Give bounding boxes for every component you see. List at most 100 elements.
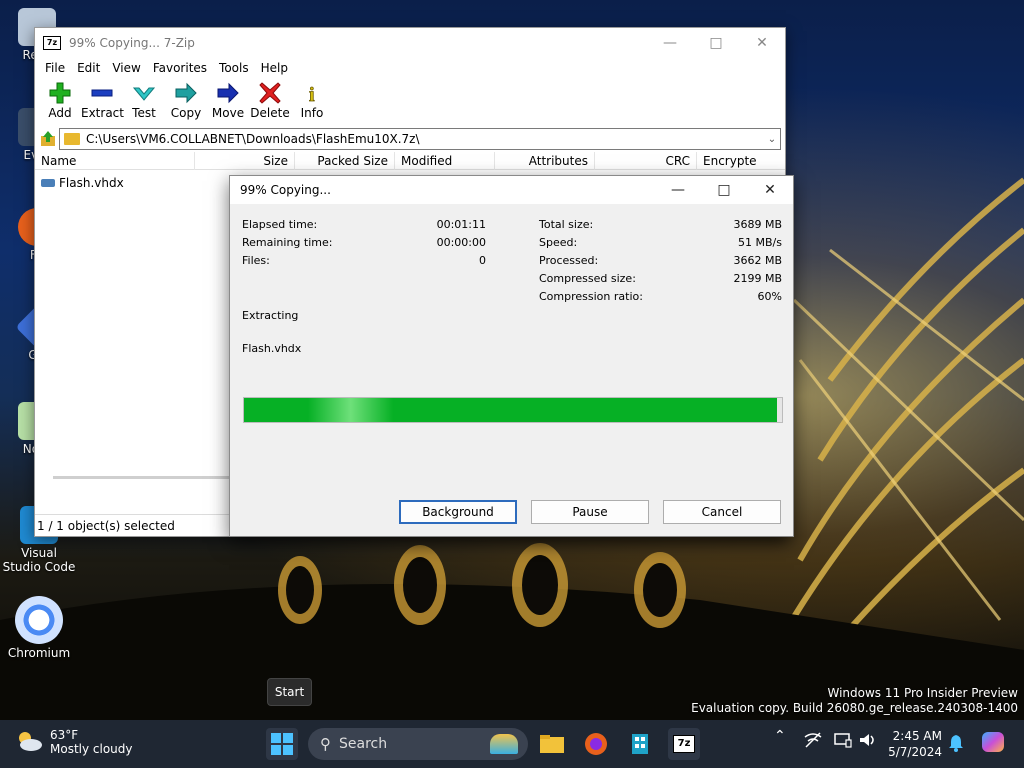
volume-icon[interactable] bbox=[858, 732, 876, 751]
chromium-icon bbox=[15, 596, 63, 644]
operation-text: Extracting bbox=[242, 309, 299, 322]
remaining-time-label: Remaining time: bbox=[242, 236, 333, 249]
tool-label: Copy bbox=[170, 106, 202, 120]
up-arrow-icon bbox=[41, 131, 55, 146]
total-size-label: Total size: bbox=[539, 218, 594, 231]
folder-icon bbox=[64, 133, 80, 145]
address-path: C:\Users\VM6.COLLABNET\Downloads\FlashEm… bbox=[86, 132, 420, 146]
current-file-text: Flash.vhdx bbox=[242, 342, 302, 355]
info-button[interactable]: i Info bbox=[291, 78, 333, 120]
dialog-maximize-button[interactable]: □ bbox=[701, 175, 747, 205]
plus-icon bbox=[49, 82, 71, 104]
weather-condition: Mostly cloudy bbox=[50, 742, 133, 756]
taskbar: 63°F Mostly cloudy ⚲ Search 7z ⌃ 2:45 AM… bbox=[0, 720, 1024, 768]
up-folder-button[interactable] bbox=[37, 128, 59, 150]
address-input[interactable]: C:\Users\VM6.COLLABNET\Downloads\FlashEm… bbox=[59, 128, 781, 150]
weather-temp: 63°F bbox=[50, 728, 79, 742]
background-button[interactable]: Background bbox=[399, 500, 517, 524]
os-watermark: Windows 11 Pro Insider Preview Evaluatio… bbox=[691, 686, 1018, 716]
column-attributes[interactable]: Attributes bbox=[495, 151, 595, 170]
menu-favorites[interactable]: Favorites bbox=[147, 61, 213, 75]
sevenzip-icon: 7z bbox=[673, 735, 695, 753]
menu-edit[interactable]: Edit bbox=[71, 61, 106, 75]
menu-tools[interactable]: Tools bbox=[213, 61, 255, 75]
maximize-button[interactable]: □ bbox=[693, 28, 739, 58]
delete-x-icon bbox=[259, 82, 281, 104]
progress-fill bbox=[244, 398, 777, 422]
file-explorer-button[interactable] bbox=[536, 728, 568, 760]
display-icon[interactable] bbox=[834, 732, 852, 751]
chevron-down-icon[interactable]: ⌄ bbox=[764, 134, 780, 145]
notification-bell-icon[interactable] bbox=[948, 734, 964, 755]
tool-label: Info bbox=[300, 106, 324, 120]
speed-value: 51 MB/s bbox=[738, 236, 782, 249]
desktop-icon-chromium[interactable]: Chromium bbox=[2, 596, 76, 660]
app-taskbar-button[interactable] bbox=[624, 728, 656, 760]
move-button[interactable]: Move bbox=[207, 78, 249, 120]
beach-umbrella-icon bbox=[490, 734, 518, 754]
folder-icon bbox=[540, 735, 564, 753]
tool-label: Test bbox=[132, 106, 156, 120]
dialog-body: Elapsed time: 00:01:11 Remaining time: 0… bbox=[230, 204, 793, 537]
menu-view[interactable]: View bbox=[106, 61, 146, 75]
copy-progress-dialog: 99% Copying... — □ ✕ Elapsed time: 00:01… bbox=[229, 175, 794, 537]
speed-label: Speed: bbox=[539, 236, 578, 249]
building-app-icon bbox=[632, 734, 648, 754]
show-hidden-icons-button[interactable]: ⌃ bbox=[774, 728, 786, 744]
column-name[interactable]: Name bbox=[35, 151, 195, 170]
compressed-size-value: 2199 MB bbox=[733, 272, 782, 285]
column-encrypted[interactable]: Encrypte bbox=[697, 152, 785, 170]
copilot-icon[interactable] bbox=[980, 730, 1006, 757]
remaining-time-value: 00:00:00 bbox=[436, 236, 486, 249]
menubar: File Edit View Favorites Tools Help bbox=[35, 58, 785, 78]
clock-date: 5/7/2024 bbox=[888, 745, 942, 759]
file-list-header: Name Size Packed Size Modified Attribute… bbox=[35, 151, 785, 170]
cloud-sun-icon bbox=[19, 732, 42, 751]
start-button[interactable] bbox=[266, 728, 298, 760]
dialog-minimize-button[interactable]: — bbox=[655, 175, 701, 205]
pause-button[interactable]: Pause bbox=[531, 500, 649, 524]
window-title: 99% Copying... 7-Zip bbox=[69, 36, 195, 50]
extract-button[interactable]: Extract bbox=[81, 78, 124, 120]
taskbar-search[interactable]: ⚲ Search bbox=[308, 728, 528, 760]
tool-label: Move bbox=[211, 106, 245, 120]
minimize-button[interactable]: — bbox=[647, 28, 693, 58]
column-modified[interactable]: Modified bbox=[395, 151, 495, 170]
windows-logo-icon bbox=[271, 733, 293, 755]
network-off-icon[interactable] bbox=[804, 732, 822, 751]
files-label: Files: bbox=[242, 254, 270, 267]
firefox-taskbar-button[interactable] bbox=[580, 728, 612, 760]
info-icon: i bbox=[309, 84, 316, 104]
watermark-line: Evaluation copy. Build 26080.ge_release.… bbox=[691, 701, 1018, 715]
close-button[interactable]: ✕ bbox=[739, 28, 785, 58]
main-titlebar[interactable]: 7z 99% Copying... 7-Zip — □ ✕ bbox=[35, 28, 785, 58]
watermark-line: Windows 11 Pro Insider Preview bbox=[827, 686, 1018, 700]
copy-arrow-icon bbox=[175, 82, 197, 104]
weather-widget[interactable]: 63°F Mostly cloudy bbox=[14, 728, 133, 756]
cancel-button[interactable]: Cancel bbox=[663, 500, 781, 524]
menu-help[interactable]: Help bbox=[255, 61, 294, 75]
file-name: Flash.vhdx bbox=[59, 176, 124, 190]
clock-time: 2:45 AM bbox=[892, 729, 942, 743]
search-icon: ⚲ bbox=[320, 735, 331, 753]
dialog-titlebar[interactable]: 99% Copying... — □ ✕ bbox=[230, 176, 793, 204]
menu-file[interactable]: File bbox=[39, 61, 71, 75]
svg-text:i: i bbox=[309, 84, 315, 104]
sevenzip-taskbar-button[interactable]: 7z bbox=[668, 728, 700, 760]
disk-file-icon bbox=[41, 179, 55, 187]
checkmark-icon bbox=[133, 87, 155, 101]
column-packed-size[interactable]: Packed Size bbox=[295, 151, 395, 170]
column-crc[interactable]: CRC bbox=[595, 151, 697, 170]
delete-button[interactable]: Delete bbox=[249, 78, 291, 120]
tool-label: Add bbox=[48, 106, 72, 120]
dialog-close-button[interactable]: ✕ bbox=[747, 175, 793, 205]
copy-button[interactable]: Copy bbox=[165, 78, 207, 120]
column-size[interactable]: Size bbox=[195, 151, 295, 170]
add-button[interactable]: Add bbox=[39, 78, 81, 120]
desktop-icon-label: Visual Studio Code bbox=[2, 546, 76, 574]
clock[interactable]: 2:45 AM 5/7/2024 bbox=[882, 728, 942, 760]
elapsed-time-value: 00:01:11 bbox=[436, 218, 486, 231]
test-button[interactable]: Test bbox=[123, 78, 165, 120]
tool-label: Delete bbox=[250, 106, 290, 120]
firefox-icon bbox=[585, 733, 607, 755]
